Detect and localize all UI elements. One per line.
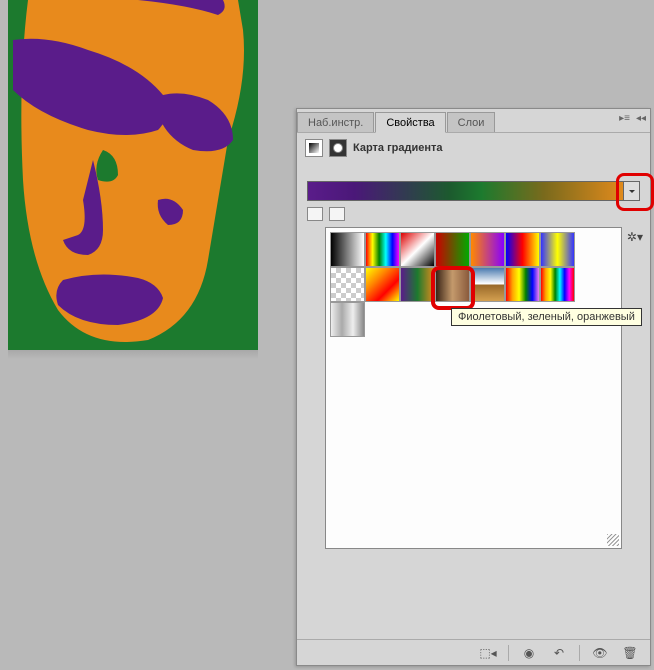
swatch-chrome[interactable] — [470, 267, 505, 302]
reverse-checkbox[interactable] — [329, 207, 345, 221]
panel-collapse-icon[interactable]: ◂◂ — [636, 113, 646, 124]
properties-panel: Наб.инстр. Свойства Слои ▸≡ ◂◂ Карта гра… — [296, 108, 651, 666]
swatch-blue-yellow-blue[interactable] — [540, 232, 575, 267]
toggle-row — [297, 201, 650, 223]
canvas-shadow — [8, 350, 258, 650]
swatch-yellow-orange-red[interactable] — [365, 267, 400, 302]
gear-icon[interactable]: ✲▾ — [627, 230, 643, 244]
panel-menu-icon[interactable]: ▸≡ — [619, 113, 630, 124]
canvas-area — [0, 0, 270, 670]
clip-to-layer-icon[interactable]: ⬚◂ — [478, 645, 498, 661]
swatch-red-green[interactable] — [435, 232, 470, 267]
swatch-red-white-black[interactable] — [400, 232, 435, 267]
gradient-dropdown-button[interactable] — [624, 181, 640, 201]
tab-layers[interactable]: Слои — [447, 112, 496, 132]
adjustment-thumb-icon — [305, 139, 323, 157]
artwork-image — [8, 0, 258, 350]
separator — [508, 645, 509, 661]
trash-icon[interactable]: 🗑 — [620, 645, 640, 661]
gradient-tooltip: Фиолетовый, зеленый, оранжевый — [451, 308, 642, 326]
tab-tools[interactable]: Наб.инстр. — [297, 112, 374, 132]
swatch-stripes-fade[interactable] — [330, 302, 365, 337]
swatch-spectrum[interactable] — [365, 232, 400, 267]
swatch-purple-green-orange[interactable] — [400, 267, 435, 302]
panel-title: Карта градиента — [353, 142, 443, 154]
view-previous-icon[interactable]: ◉ — [519, 645, 539, 661]
panel-header: Карта градиента — [297, 133, 650, 163]
swatch-blue-red-yellow[interactable] — [505, 232, 540, 267]
gradient-preview[interactable] — [307, 181, 624, 201]
dither-checkbox[interactable] — [307, 207, 323, 221]
swatch-rainbow-transparent[interactable] — [505, 267, 540, 302]
tab-properties[interactable]: Свойства — [375, 112, 445, 133]
visibility-icon[interactable]: 👁 — [590, 645, 610, 661]
swatch-rainbow2[interactable] — [540, 267, 575, 302]
reset-icon[interactable]: ↶ — [549, 645, 569, 661]
swatch-transparency[interactable] — [330, 267, 365, 302]
tab-bar: Наб.инстр. Свойства Слои ▸≡ ◂◂ — [297, 109, 650, 133]
gradient-row — [297, 181, 650, 201]
separator — [579, 645, 580, 661]
gradient-picker: ✲▾ Фиолетовый, зеленый, оранжевый — [325, 227, 622, 549]
resize-grip-icon[interactable] — [607, 534, 619, 546]
mask-thumb-icon — [329, 139, 347, 157]
swatch-orange-purple[interactable] — [470, 232, 505, 267]
swatch-black-white[interactable] — [330, 232, 365, 267]
swatch-copper[interactable] — [435, 267, 470, 302]
panel-bottom-bar: ⬚◂ ◉ ↶ 👁 🗑 — [297, 639, 650, 665]
